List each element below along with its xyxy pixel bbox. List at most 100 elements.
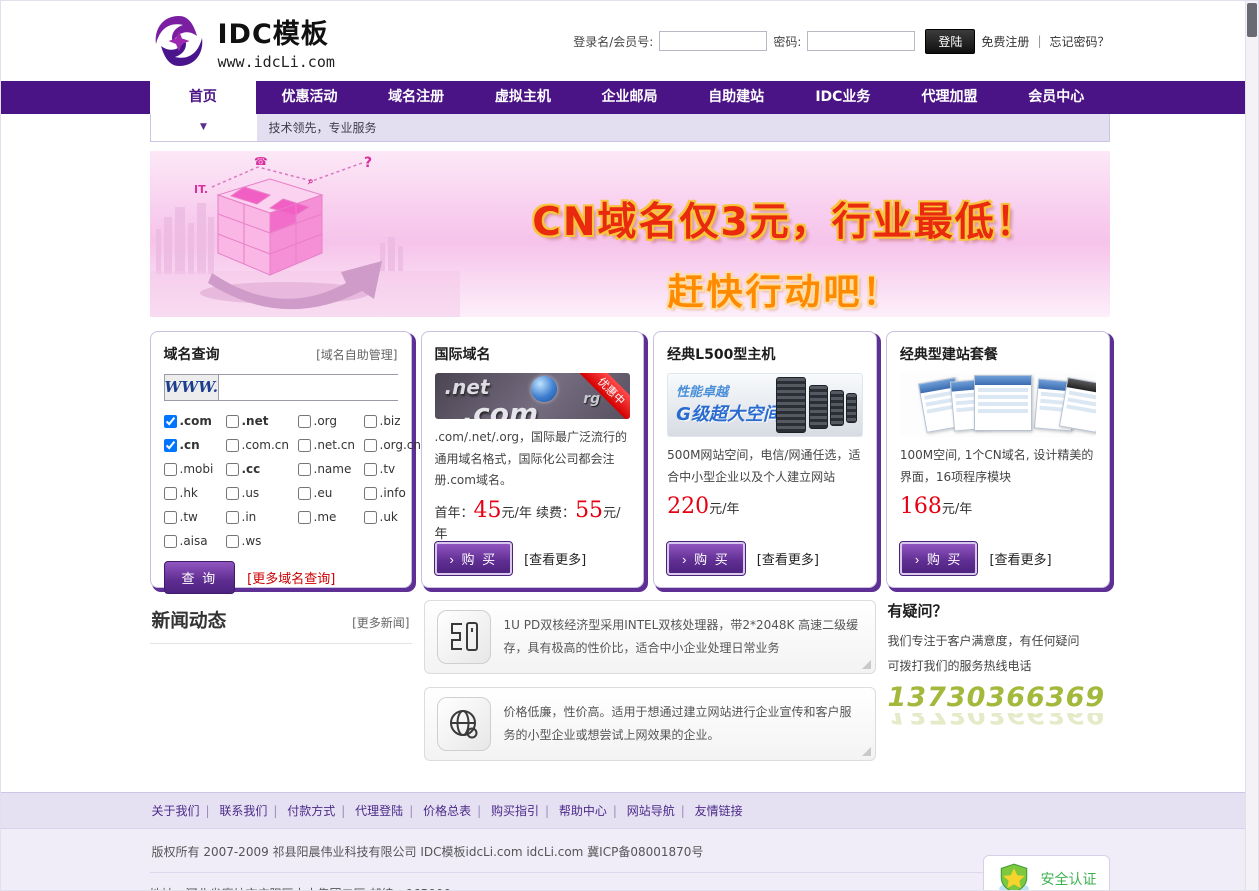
buy-button[interactable]: › 购 买: [667, 542, 745, 575]
tld-name[interactable]: .name: [298, 459, 364, 480]
tld-org-cn-checkbox[interactable]: [364, 439, 377, 452]
footer-link-payment[interactable]: 付款方式: [287, 804, 335, 818]
product-title: 经典L500型主机: [667, 344, 863, 364]
promo-banner[interactable]: IT. ☎ ⌕ ? CN域名仅3元，行业最低！ 赶快行动吧！: [150, 151, 1110, 317]
scrollbar[interactable]: [1245, 1, 1258, 890]
footer-link-agent-login[interactable]: 代理登陆: [355, 804, 403, 818]
nav-item-promos[interactable]: 优惠活动: [256, 81, 363, 114]
footer-link-about[interactable]: 关于我们: [152, 804, 200, 818]
tld-hk-checkbox[interactable]: [164, 487, 177, 500]
nav-item-agents[interactable]: 代理加盟: [896, 81, 1003, 114]
product-card-hosting: 经典L500型主机 性能卓越 G级超大空间 500M网站空间，电信/网通任选，适…: [653, 331, 877, 588]
tld-ws-checkbox[interactable]: [226, 535, 239, 548]
price-row: 168元/年: [900, 494, 1096, 519]
tld-com-cn-checkbox[interactable]: [226, 439, 239, 452]
tld-me-checkbox[interactable]: [298, 511, 311, 524]
buy-button[interactable]: › 购 买: [900, 542, 978, 575]
corner-fold: [862, 747, 871, 756]
tld-ws[interactable]: .ws: [226, 531, 298, 552]
tld-me[interactable]: .me: [298, 507, 364, 528]
domain-input[interactable]: [219, 375, 405, 400]
tld-biz-checkbox[interactable]: [364, 415, 377, 428]
tld-info-checkbox[interactable]: [364, 487, 377, 500]
domain-product-image: .net .com rg 优惠中: [435, 373, 631, 419]
banner-headline: CN域名仅3元，行业最低！: [470, 191, 1100, 247]
tld-hk[interactable]: .hk: [164, 483, 226, 504]
buy-button[interactable]: › 购 买: [435, 542, 513, 575]
tld-eu-checkbox[interactable]: [298, 487, 311, 500]
tld-uk[interactable]: .uk: [364, 507, 422, 528]
tld-biz[interactable]: .biz: [364, 411, 422, 432]
tld-cc[interactable]: .cc: [226, 459, 298, 480]
tld-com[interactable]: .com: [164, 411, 226, 432]
tld-tw[interactable]: .tw: [164, 507, 226, 528]
footer-link-prices[interactable]: 价格总表: [423, 804, 471, 818]
password-input[interactable]: [807, 31, 915, 51]
shield-icon: [996, 863, 1032, 891]
login-button[interactable]: 登陆: [925, 29, 975, 54]
contact-line: 我们专注于客户满意度，有任何疑问: [888, 629, 1110, 654]
tld-net[interactable]: .net: [226, 411, 298, 432]
tld-net-cn-checkbox[interactable]: [298, 439, 311, 452]
nav-item-domains[interactable]: 域名注册: [363, 81, 470, 114]
tld-com-cn[interactable]: .com.cn: [226, 435, 298, 456]
view-more-link[interactable]: [查看更多]: [524, 549, 586, 568]
www-prefix: WWW.: [165, 375, 219, 400]
tld-eu[interactable]: .eu: [298, 483, 364, 504]
nav-item-sitebuilder[interactable]: 自助建站: [683, 81, 790, 114]
tld-net-cn[interactable]: .net.cn: [298, 435, 364, 456]
tld-in-checkbox[interactable]: [226, 511, 239, 524]
server-tower: [809, 385, 828, 429]
nav-item-members[interactable]: 会员中心: [1003, 81, 1110, 114]
search-button[interactable]: 查 询: [164, 561, 236, 594]
forgot-password-link[interactable]: 忘记密码？: [1049, 33, 1109, 50]
tld-mobi[interactable]: .mobi: [164, 459, 226, 480]
footer-link-help[interactable]: 帮助中心: [559, 804, 607, 818]
tld-tv[interactable]: .tv: [364, 459, 422, 480]
nav-item-hosting[interactable]: 虚拟主机: [470, 81, 577, 114]
tld-aisa[interactable]: .aisa: [164, 531, 226, 552]
tld-cc-checkbox[interactable]: [226, 463, 239, 476]
view-more-link[interactable]: [查看更多]: [757, 549, 819, 568]
more-domain-search-link[interactable]: [更多域名查询]: [247, 568, 335, 587]
tld-info[interactable]: .info: [364, 483, 422, 504]
tld-cn[interactable]: .cn: [164, 435, 226, 456]
tld-org-cn[interactable]: .org.cn: [364, 435, 422, 456]
scrollbar-thumb[interactable]: [1247, 3, 1257, 37]
feature-text: 1U PD双核经济型采用INTEL双核处理器，带2*2048K 高速二级缓存，具…: [504, 614, 863, 661]
register-link[interactable]: 免费注册: [981, 33, 1029, 50]
tld-mobi-checkbox[interactable]: [164, 463, 177, 476]
tld-net-checkbox[interactable]: [226, 415, 239, 428]
footer-link-contact[interactable]: 联系我们: [219, 804, 267, 818]
tld-cn-checkbox[interactable]: [164, 439, 177, 452]
username-input[interactable]: [659, 31, 767, 51]
tld-uk-checkbox[interactable]: [364, 511, 377, 524]
tld-tw-checkbox[interactable]: [164, 511, 177, 524]
tld-us-checkbox[interactable]: [226, 487, 239, 500]
footer-link-sitemap[interactable]: 网站导航: [627, 804, 675, 818]
view-more-link[interactable]: [查看更多]: [989, 549, 1051, 568]
feature-item-web: 价格低廉，性价高。适用于想通过建立网站进行企业宣传和客户服务的小型企业或想尝试上…: [424, 687, 876, 761]
footer: 版权所有 2007-2009 祁县阳晨伟业科技有限公司 IDC模板idcLi.c…: [1, 829, 1258, 891]
tld-us[interactable]: .us: [226, 483, 298, 504]
tld-aisa-checkbox[interactable]: [164, 535, 177, 548]
nav-item-mail[interactable]: 企业邮局: [576, 81, 683, 114]
product-desc: .com/.net/.org，国际最广泛流行的通用域名格式，国际化公司都会注册.…: [435, 427, 631, 492]
domain-manage-link[interactable]: [域名自助管理]: [316, 346, 397, 363]
nav-item-idc[interactable]: IDC业务: [790, 81, 897, 114]
footer-link-buying-guide[interactable]: 购买指引: [491, 804, 539, 818]
tld-tv-checkbox[interactable]: [364, 463, 377, 476]
security-badge[interactable]: 安全认证: [983, 855, 1110, 891]
tld-name-checkbox[interactable]: [298, 463, 311, 476]
tld-org[interactable]: .org: [298, 411, 364, 432]
tld-org-checkbox[interactable]: [298, 415, 311, 428]
product-title: 经典型建站套餐: [900, 344, 1096, 364]
hosting-product-image: 性能卓越 G级超大空间: [667, 373, 863, 437]
more-news-link[interactable]: [更多新闻]: [352, 614, 409, 631]
nav-item-home[interactable]: 首页: [150, 81, 257, 114]
product-card-domains: 国际域名 .net .com rg 优惠中 .com/.net/.org，国际最…: [421, 331, 645, 588]
tld-com-checkbox[interactable]: [164, 415, 177, 428]
tld-in[interactable]: .in: [226, 507, 298, 528]
svg-text:⌕: ⌕: [307, 176, 314, 187]
footer-link-friends[interactable]: 友情链接: [695, 804, 743, 818]
